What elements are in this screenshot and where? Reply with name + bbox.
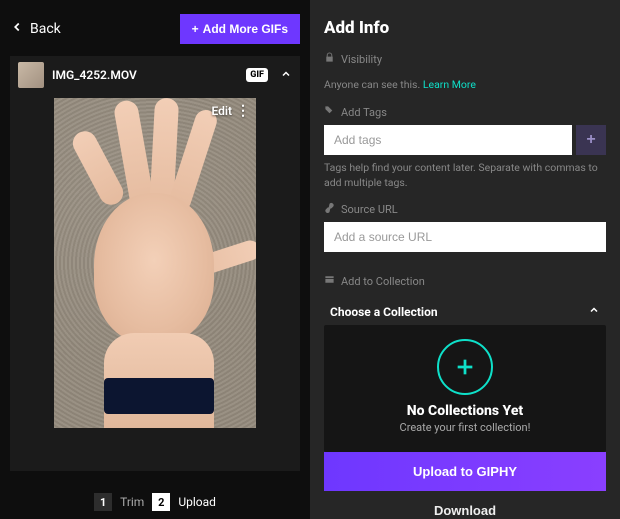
- choose-collection-toggle[interactable]: Choose a Collection: [324, 294, 606, 325]
- choose-collection-label: Choose a Collection: [330, 305, 438, 319]
- no-collections-title: No Collections Yet: [407, 403, 523, 419]
- step-2-label[interactable]: Upload: [178, 495, 216, 509]
- back-button[interactable]: Back: [10, 20, 61, 38]
- step-2-number[interactable]: 2: [152, 493, 170, 511]
- tags-section-label: Add Tags: [324, 105, 606, 119]
- collection-empty-state: No Collections Yet Create your first col…: [324, 325, 606, 452]
- tags-input[interactable]: [324, 125, 572, 155]
- tag-icon: [324, 105, 335, 119]
- page-title: Add Info: [324, 18, 606, 38]
- no-collections-subtitle: Create your first collection!: [400, 421, 531, 434]
- visibility-section-label: Visibility: [324, 52, 606, 66]
- tags-help: Tags help find your content later. Separ…: [324, 161, 606, 190]
- upload-button[interactable]: Upload to GIPHY: [324, 452, 606, 491]
- edit-button[interactable]: Edit ⋮: [211, 104, 250, 118]
- source-url-input[interactable]: [324, 222, 606, 252]
- gif-badge: GIF: [246, 68, 268, 82]
- stepper: 1 Trim 2 Upload: [10, 471, 300, 511]
- more-icon: ⋮: [236, 104, 250, 118]
- lock-icon: [324, 52, 335, 66]
- caret-up-icon: [588, 304, 600, 319]
- add-more-gifs-button[interactable]: + Add More GIFs: [180, 14, 300, 44]
- edit-label: Edit: [211, 104, 232, 118]
- chevron-left-icon: [10, 20, 24, 38]
- source-section-label: Source URL: [324, 202, 606, 216]
- file-thumbnail: [18, 62, 44, 88]
- gif-preview: Edit ⋮: [54, 98, 256, 428]
- link-icon: [324, 202, 335, 216]
- visibility-hint: Anyone can see this. Learn More: [324, 78, 606, 91]
- download-button[interactable]: Download: [324, 491, 606, 519]
- back-label: Back: [30, 21, 61, 37]
- media-panel: IMG_4252.MOV GIF E: [10, 56, 300, 471]
- collection-icon: [324, 274, 335, 288]
- step-1-label[interactable]: Trim: [120, 495, 144, 509]
- filename: IMG_4252.MOV: [52, 68, 238, 82]
- caret-up-icon[interactable]: [280, 68, 292, 83]
- collection-section-label: Add to Collection: [324, 274, 606, 288]
- add-tag-button[interactable]: +: [576, 125, 606, 155]
- plus-icon: +: [192, 22, 199, 36]
- learn-more-link[interactable]: Learn More: [423, 78, 476, 91]
- add-more-gifs-label: Add More GIFs: [203, 22, 288, 36]
- create-collection-button[interactable]: [437, 339, 493, 395]
- step-1-number[interactable]: 1: [94, 493, 112, 511]
